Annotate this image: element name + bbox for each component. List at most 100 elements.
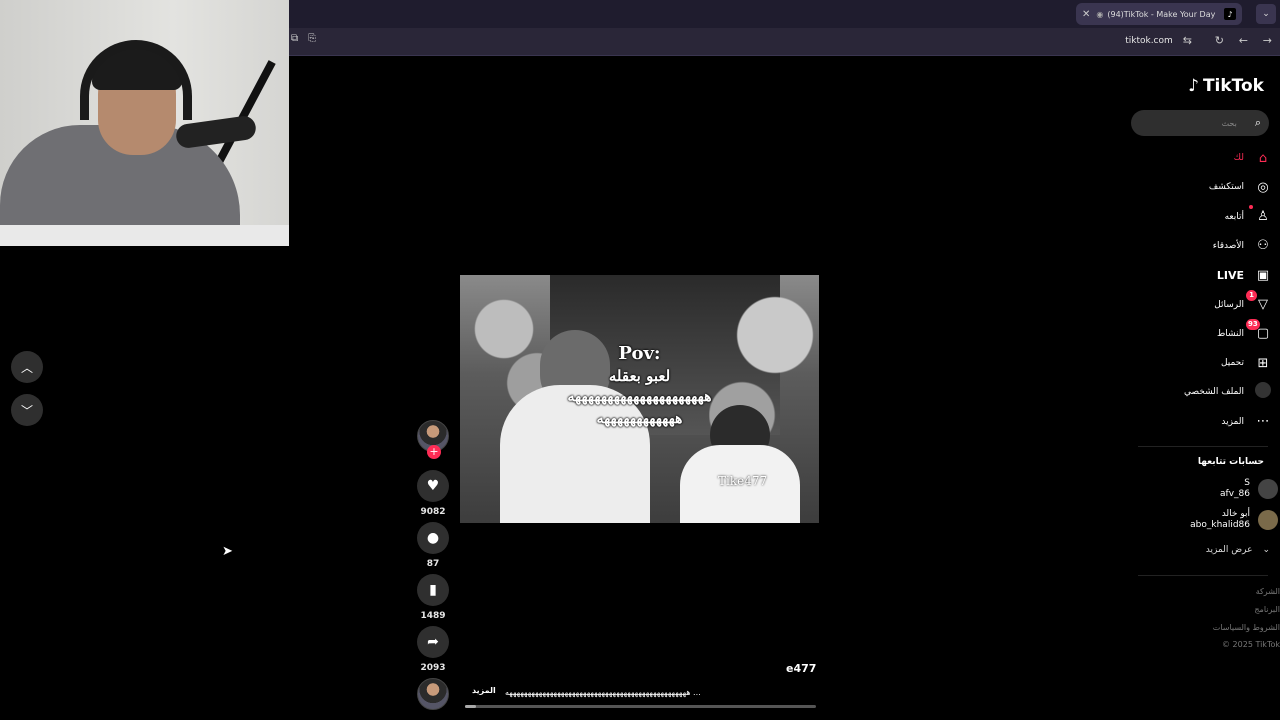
sidebar-item-profile[interactable]: الملف الشخصي — [1122, 381, 1272, 403]
share-icon: ➦ — [427, 634, 439, 650]
comment-button[interactable]: ● — [417, 522, 449, 554]
sidebar-item-home[interactable]: لك ⌂ — [1122, 147, 1272, 169]
reload-icon[interactable]: ↻ — [1215, 34, 1224, 47]
sidebar-item-label: الأصدقاء — [1212, 240, 1244, 251]
comment-count: 87 — [426, 559, 440, 569]
search-placeholder: بحث — [1221, 118, 1237, 128]
tiktok-logo[interactable]: ♪ TikTok — [1188, 76, 1264, 96]
caption-more-link[interactable]: المزيد — [472, 686, 496, 695]
sidebar-item-compass[interactable]: استكشف ◎ — [1122, 176, 1272, 198]
browser-tab-bar: + ✕ ◉ (94)TikTok - Make Your Day ♪ ⌄ — [289, 0, 1280, 28]
footer-company-link[interactable]: الشركة — [1256, 587, 1280, 596]
footer-terms-link[interactable]: الشروط والسياسات — [1213, 623, 1280, 632]
following-section-title: حسابات تتابعها — [1197, 457, 1264, 467]
tab-list-button[interactable]: ⌄ — [1256, 4, 1276, 24]
heart-icon: ♥ — [426, 478, 440, 494]
video-player[interactable]: Pov: لعبو بعقله هههههههههههههههههههههه ه… — [460, 275, 819, 523]
account-avatar — [1258, 479, 1278, 499]
translate-icon[interactable]: ⧉ — [291, 33, 298, 44]
sidebar-item-messages[interactable]: الرسائل ▽ 1 — [1122, 290, 1272, 316]
mouse-cursor-icon: ➤ — [222, 544, 233, 559]
sidebar-item-label: المزيد — [1221, 416, 1244, 427]
sidebar-item-activity[interactable]: النشاط ▢ 93 — [1122, 319, 1272, 345]
next-video-button[interactable]: ﹀ — [11, 394, 43, 426]
site-settings-icon[interactable]: ⇆ — [1183, 34, 1192, 47]
video-overlay-line4: ههههههههههههه — [596, 411, 683, 427]
sidebar-item-live[interactable]: LIVE ▣ — [1122, 264, 1272, 286]
forward-icon[interactable]: → — [1263, 34, 1272, 47]
video-watermark: Tike477 — [718, 474, 768, 488]
desk — [0, 225, 289, 246]
search-input[interactable]: بحث ⌕ — [1131, 110, 1269, 136]
tiktok-note-icon: ♪ — [1188, 76, 1199, 96]
video-progress-bar[interactable] — [465, 705, 816, 708]
comment-icon: ● — [426, 530, 440, 546]
account-name: أبو خالد — [1221, 509, 1250, 519]
back-icon[interactable]: ← — [1239, 34, 1248, 47]
show-more-button[interactable]: عرض المزيد ⌄ — [1206, 545, 1270, 555]
sidebar-item-upload[interactable]: تحميل ⊞ — [1122, 352, 1272, 374]
more-icon: ⋯ — [1256, 414, 1270, 430]
sidebar-item-label: الرسائل — [1214, 299, 1244, 310]
music-avatar[interactable] — [417, 678, 449, 710]
sidebar-item-label: استكشف — [1208, 182, 1244, 193]
logo-text: TikTok — [1202, 76, 1264, 96]
sidebar-item-label: النشاط — [1216, 328, 1244, 339]
user-follow-icon: ♙ — [1249, 205, 1272, 224]
save-button[interactable]: ▮ — [417, 574, 449, 606]
compass-icon: ◎ — [1257, 179, 1269, 195]
browser-toolbar: ⧉ ⎘ tiktok.com ⇆ ↻ ← → — [289, 28, 1280, 56]
follow-plus-icon[interactable]: + — [427, 445, 441, 459]
sidebar-item-label: لك — [1233, 153, 1244, 163]
webcam-overlay — [0, 0, 289, 246]
sidebar-divider — [1138, 575, 1268, 576]
profile-avatar — [1255, 382, 1271, 399]
notification-badge: 93 — [1246, 319, 1260, 331]
sidebar-item-more[interactable]: المزيد ⋯ — [1122, 411, 1272, 433]
upload-icon: ⊞ — [1257, 355, 1269, 371]
like-button[interactable]: ♥ — [417, 470, 449, 502]
show-more-label: عرض المزيد — [1205, 545, 1253, 555]
sidebar-item-label: LIVE — [1216, 268, 1244, 282]
video-caption: هههههههههههههههههههههههههههههههههههههههه… — [505, 688, 701, 697]
sidebar-item-label: تحميل — [1220, 358, 1244, 369]
following-account[interactable]: أبو خالد abo_khalid86 — [1128, 508, 1278, 532]
tiktok-favicon: ♪ — [1224, 8, 1236, 20]
chevron-down-icon: ⌄ — [1262, 545, 1270, 555]
browser-tab[interactable]: ✕ ◉ (94)TikTok - Make Your Day ♪ — [1076, 3, 1242, 25]
notification-badge: 1 — [1246, 290, 1257, 301]
sidebar-item-friends[interactable]: الأصدقاء ⚇ — [1122, 235, 1272, 257]
profile-icon — [1254, 382, 1272, 402]
previous-video-button[interactable]: ︿ — [11, 351, 43, 383]
following-account[interactable]: S afv_86 — [1128, 477, 1278, 501]
sidebar-item-label: أتابعه — [1224, 211, 1244, 222]
messages-icon: ▽ 1 — [1246, 290, 1272, 312]
account-handle: abo_khalid86 — [1190, 520, 1250, 530]
sidebar-item-label: الملف الشخصي — [1184, 387, 1244, 398]
bookmark-icon: ▮ — [429, 582, 437, 598]
video-overlay-line3: هههههههههههههههههههههه — [567, 389, 712, 405]
footer-copyright: © 2025 TikTok — [1222, 640, 1280, 649]
action-bar: + ♥ 9082 ● 87 ▮ 1489 ➦ 2093 — [417, 420, 449, 673]
close-tab-icon[interactable]: ✕ — [1082, 9, 1090, 20]
url-text[interactable]: tiktok.com — [1125, 36, 1173, 46]
home-icon: ⌂ — [1258, 150, 1268, 166]
chevron-up-icon: ︿ — [20, 360, 33, 375]
video-author[interactable]: e477 — [786, 662, 816, 675]
notification-dot — [1249, 205, 1253, 210]
activity-icon: ▢ 93 — [1246, 319, 1270, 342]
footer-program-link[interactable]: البرنامج — [1254, 605, 1280, 614]
sidebar-item-user-follow[interactable]: أتابعه ♙ — [1122, 205, 1272, 228]
sound-icon: ◉ — [1096, 9, 1104, 19]
video-progress-fill — [465, 705, 476, 708]
video-overlay-line1: Pov: — [618, 343, 661, 364]
live-icon: ▣ — [1256, 267, 1270, 283]
share-button[interactable]: ➦ — [417, 626, 449, 658]
creator-avatar[interactable]: + — [417, 420, 449, 459]
account-avatar — [1258, 510, 1278, 530]
video-person-left — [500, 385, 650, 523]
screenshot-icon[interactable]: ⎘ — [308, 33, 316, 44]
friends-icon: ⚇ — [1257, 238, 1269, 254]
account-handle: afv_86 — [1220, 489, 1250, 499]
search-icon[interactable]: ⌕ — [1255, 116, 1261, 130]
